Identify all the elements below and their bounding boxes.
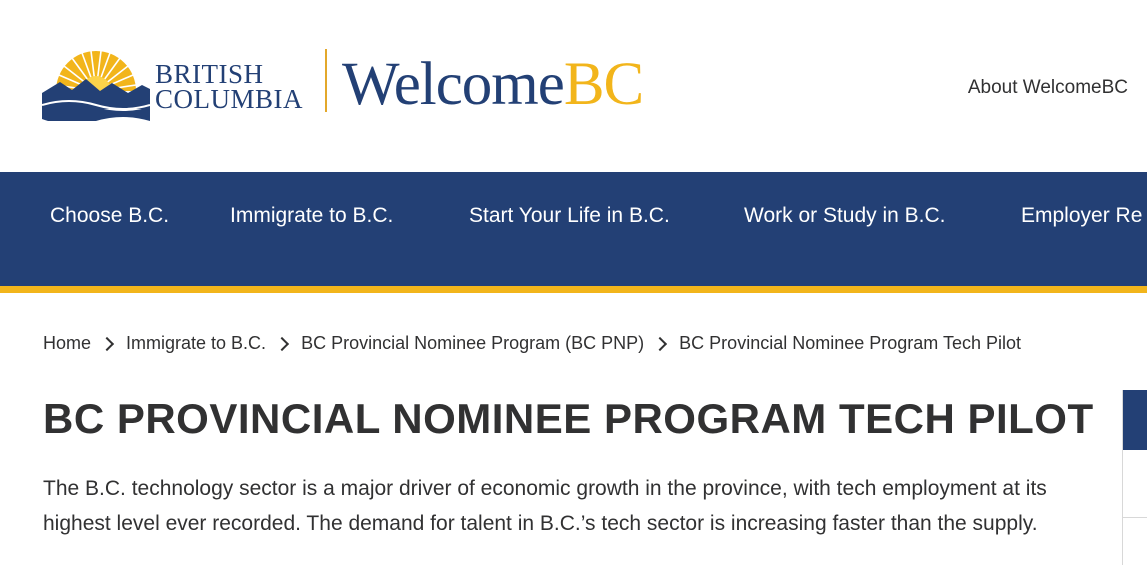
nav-gold-stripe — [0, 286, 1147, 293]
nav-item-employer-resources[interactable]: Employer Re — [1021, 203, 1142, 228]
chevron-right-icon — [99, 336, 115, 351]
welcome-logo-text: Welcome — [342, 51, 565, 118]
breadcrumb: Home Immigrate to B.C. BC Provincial Nom… — [43, 333, 1021, 354]
british-columbia-wordmark: BRITISH COLUMBIA — [155, 61, 303, 113]
main-navigation: Choose B.C. Immigrate to B.C. Start Your… — [0, 172, 1147, 286]
intro-paragraph: The B.C. technology sector is a major dr… — [43, 477, 1047, 535]
nav-item-choose-bc[interactable]: Choose B.C. — [50, 203, 169, 228]
breadcrumb-bc-pnp[interactable]: BC Provincial Nominee Program (BC PNP) — [301, 333, 644, 354]
welcomebc-logo[interactable]: WelcomeBC — [342, 51, 644, 118]
side-panel — [1122, 390, 1147, 565]
side-panel-header[interactable] — [1123, 390, 1147, 450]
wordmark-line-columbia: COLUMBIA — [155, 84, 304, 114]
breadcrumb-home[interactable]: Home — [43, 333, 91, 354]
chevron-right-icon — [274, 336, 290, 351]
nav-item-start-your-life[interactable]: Start Your Life in B.C. — [469, 203, 670, 228]
bc-sun-mountain-logo-icon[interactable] — [42, 49, 150, 121]
logo-divider — [325, 49, 327, 112]
site-header: BRITISH COLUMBIA WelcomeBC About Welcome… — [0, 0, 1147, 172]
chevron-right-icon — [653, 336, 668, 351]
bc-logo-text: BC — [563, 51, 644, 118]
nav-item-work-or-study[interactable]: Work or Study in B.C. — [744, 203, 946, 228]
nav-item-immigrate-to-bc[interactable]: Immigrate to B.C. — [230, 203, 393, 228]
side-panel-divider — [1123, 517, 1147, 518]
breadcrumb-current: BC Provincial Nominee Program Tech Pilot — [679, 333, 1021, 353]
page-title: BC PROVINCIAL NOMINEE PROGRAM TECH PILOT — [43, 395, 1094, 442]
breadcrumb-immigrate[interactable]: Immigrate to B.C. — [126, 333, 266, 354]
about-welcomebc-link[interactable]: About WelcomeBC — [968, 77, 1128, 99]
